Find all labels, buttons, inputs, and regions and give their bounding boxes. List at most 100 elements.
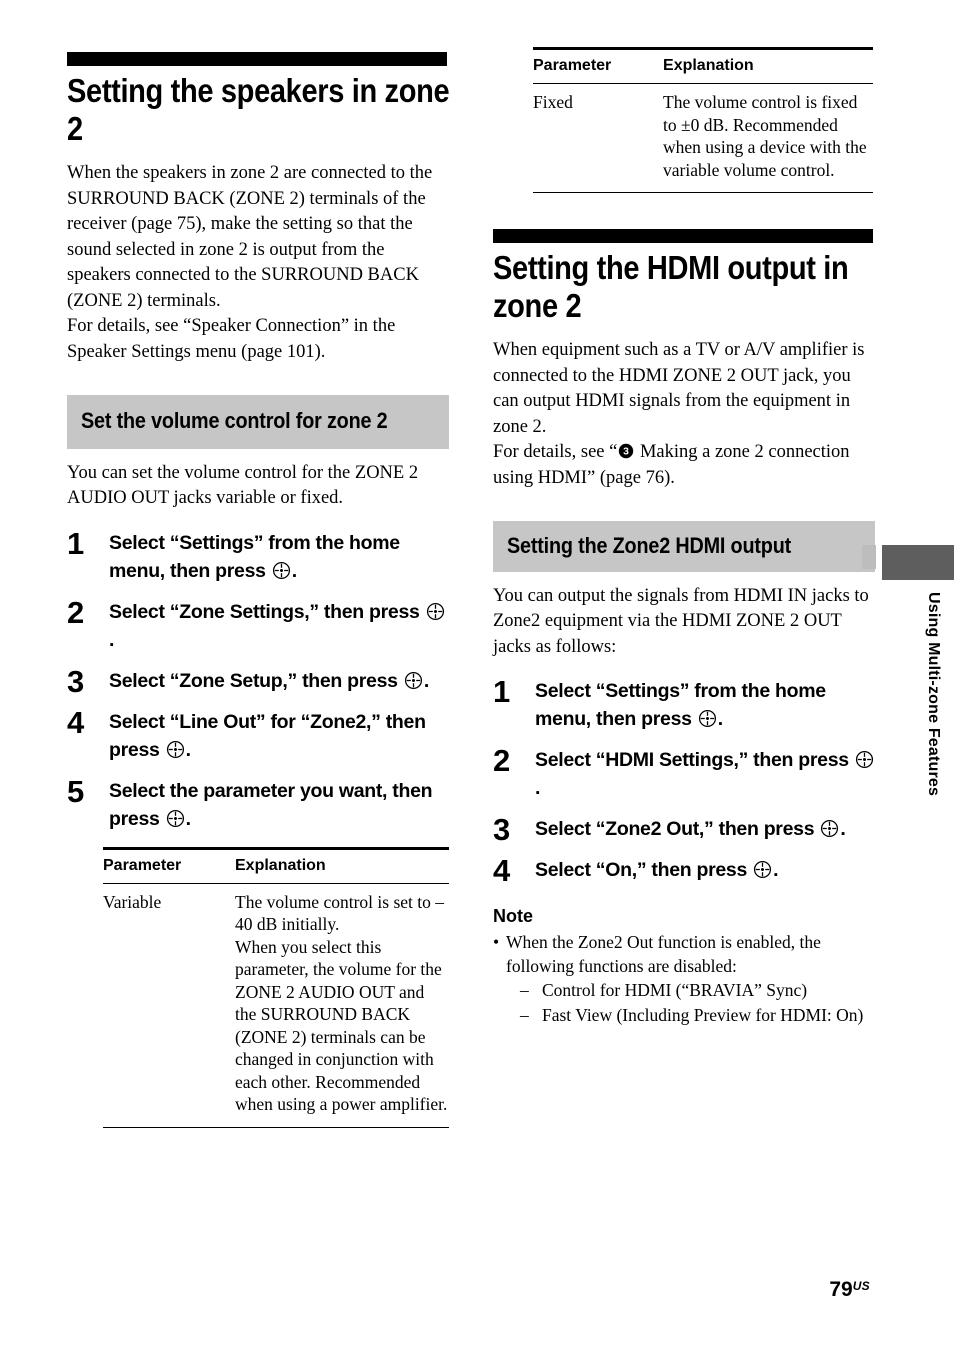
- step-text: Select “Zone Settings,” then press .: [109, 598, 449, 654]
- step-text-after: .: [185, 738, 191, 761]
- table-header-explanation: Explanation: [663, 47, 873, 84]
- step-item: 2 Select “Zone Settings,” then press .: [67, 594, 449, 654]
- step-text-after: .: [717, 708, 723, 731]
- step-number: 1: [493, 674, 511, 710]
- enter-button-icon: [753, 860, 772, 879]
- circled-three-icon: 3: [618, 442, 634, 459]
- step-text: Select “Settings” from the home menu, th…: [109, 529, 449, 585]
- step-number: 3: [67, 663, 85, 699]
- note-title: Note: [493, 906, 533, 927]
- step-text-after: .: [535, 777, 541, 800]
- hdmi-intro-paragraph: When equipment such as a TV or A/V ampli…: [493, 340, 865, 437]
- thumb-tab-label: Using Multi-zone Features: [925, 592, 942, 797]
- step-text-after: .: [840, 818, 846, 841]
- step-text: Select “On,” then press .: [535, 856, 875, 884]
- enter-button-icon: [698, 709, 717, 728]
- table-header-explanation: Explanation: [235, 846, 449, 884]
- volume-control-lead: You can set the volume control for the Z…: [67, 462, 419, 509]
- page-title-hdmi: Setting the HDMI output in zone 2: [493, 249, 849, 324]
- step-number: 2: [67, 594, 85, 630]
- table-cell-parameter: Fixed: [533, 83, 664, 193]
- table-header-row: Parameter Explanation: [103, 846, 449, 884]
- step-text-after: .: [185, 807, 191, 830]
- step-item: 5 Select the parameter you want, then pr…: [67, 776, 449, 833]
- step-item: 4 Select “On,” then press .: [493, 853, 875, 889]
- page-number-value: 79: [829, 1278, 853, 1301]
- reference-text-before: For details, see “: [493, 442, 618, 463]
- enter-button-icon: [820, 819, 839, 838]
- step-text-before: Select “Settings” from the home menu, th…: [109, 531, 400, 582]
- steps-list-volume-control: 1 Select “Settings” from the home menu, …: [67, 525, 449, 833]
- table-row: Fixed The volume control is fixed to ±0 …: [533, 83, 873, 193]
- chapter-rule: [493, 229, 873, 243]
- enter-button-icon: [166, 809, 185, 828]
- section-heading-label: Set the volume control for zone 2: [81, 408, 388, 434]
- table-header-parameter: Parameter: [533, 47, 664, 84]
- note-sub-item: Fast View (Including Preview for HDMI: O…: [520, 1003, 875, 1028]
- step-text: Select “Zone2 Out,” then press .: [535, 815, 875, 843]
- section-heading-volume-control: Set the volume control for zone 2: [67, 395, 449, 449]
- thumb-tab-block: [882, 545, 954, 580]
- table-cell-parameter: Variable: [103, 883, 235, 1128]
- enter-button-icon: [166, 740, 185, 759]
- step-item: 3 Select “Zone2 Out,” then press .: [493, 812, 875, 848]
- step-number: 2: [493, 743, 511, 779]
- section-heading-label: Setting the Zone2 HDMI output: [507, 533, 792, 559]
- step-text-before: Select “HDMI Settings,” then press: [535, 749, 854, 772]
- zone2-hdmi-lead: You can output the signals from HDMI IN …: [493, 585, 869, 657]
- step-item: 1 Select “Settings” from the home menu, …: [67, 525, 449, 585]
- parameter-table-variable: Parameter Explanation Variable The volum…: [103, 846, 449, 1128]
- table-header-parameter: Parameter: [103, 846, 235, 884]
- left-column: Setting the speakers in zone 2 When the …: [67, 52, 450, 1128]
- svg-text:3: 3: [623, 447, 629, 458]
- section-heading-zone2-hdmi: Setting the Zone2 HDMI output: [493, 521, 875, 572]
- left-intro-text: When the speakers in zone 2 are connecte…: [67, 163, 433, 362]
- right-column: Parameter Explanation Fixed The volume c…: [493, 47, 875, 1028]
- step-item: 1 Select “Settings” from the home menu, …: [493, 674, 875, 733]
- parameter-table-fixed: Parameter Explanation Fixed The volume c…: [533, 47, 873, 193]
- step-text: Select “HDMI Settings,” then press .: [535, 746, 875, 802]
- steps-list-zone2-hdmi: 1 Select “Settings” from the home menu, …: [493, 674, 875, 889]
- step-text-after: .: [291, 559, 297, 582]
- note-sub-list: Control for HDMI (“BRAVIA” Sync) Fast Vi…: [506, 978, 875, 1028]
- step-item: 3 Select “Zone Setup,” then press .: [67, 663, 449, 699]
- left-intro-paragraph: When the speakers in zone 2 are connecte…: [67, 161, 449, 365]
- table-cell-explanation: The volume control is set to –40 dB init…: [235, 883, 449, 1128]
- manual-page: Setting the speakers in zone 2 When the …: [0, 0, 954, 1352]
- page-title: Setting the speakers in zone 2: [67, 72, 450, 147]
- step-text: Select the parameter you want, then pres…: [109, 777, 449, 833]
- step-text-before: Select the parameter you want, then pres…: [109, 779, 433, 830]
- hdmi-reference-paragraph: For details, see “3 Making a zone 2 conn…: [493, 440, 875, 491]
- step-number: 3: [493, 812, 511, 848]
- enter-button-icon: [855, 750, 874, 769]
- table-header-row: Parameter Explanation: [533, 47, 873, 84]
- step-text-before: Select “Settings” from the home menu, th…: [535, 680, 826, 731]
- step-number: 4: [493, 853, 511, 889]
- step-text-before: Select “Zone Settings,” then press: [109, 600, 425, 623]
- page-number-suffix: US: [852, 1279, 870, 1293]
- step-text: Select “Line Out” for “Zone2,” then pres…: [109, 708, 449, 764]
- step-text-before: Select “Line Out” for “Zone2,” then pres…: [109, 710, 426, 761]
- step-text-after: .: [109, 628, 115, 651]
- table-row: Variable The volume control is set to –4…: [103, 883, 449, 1128]
- step-text-after: .: [773, 859, 779, 882]
- step-text-before: Select “On,” then press: [535, 859, 753, 882]
- step-item: 2 Select “HDMI Settings,” then press .: [493, 743, 875, 802]
- step-item: 4 Select “Line Out” for “Zone2,” then pr…: [67, 704, 449, 764]
- note-bullet-text: When the Zone2 Out function is enabled, …: [506, 932, 821, 977]
- step-text-before: Select “Zone2 Out,” then press: [535, 818, 820, 841]
- step-number: 4: [67, 704, 85, 740]
- step-number: 1: [67, 525, 85, 561]
- step-text-before: Select “Zone Setup,” then press: [109, 669, 403, 692]
- enter-button-icon: [426, 602, 445, 621]
- note-bullet: When the Zone2 Out function is enabled, …: [493, 930, 875, 1028]
- thumb-tab-marker: [862, 545, 876, 569]
- enter-button-icon: [272, 561, 291, 580]
- chapter-rule: [67, 52, 447, 66]
- step-text: Select “Settings” from the home menu, th…: [535, 677, 875, 733]
- step-text: Select “Zone Setup,” then press .: [109, 667, 449, 695]
- note-sub-item: Control for HDMI (“BRAVIA” Sync): [520, 978, 875, 1003]
- table-cell-explanation: The volume control is fixed to ±0 dB. Re…: [663, 83, 873, 193]
- step-text-after: .: [423, 669, 429, 692]
